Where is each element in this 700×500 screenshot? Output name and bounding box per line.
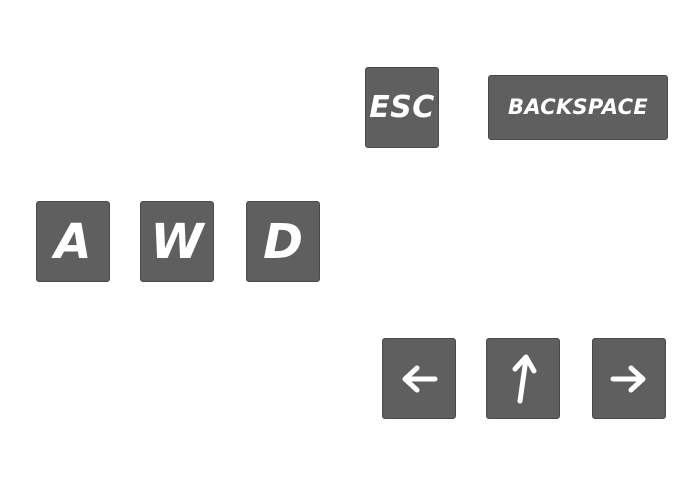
- d-key[interactable]: D: [246, 201, 320, 282]
- left-arrow-icon: [402, 365, 438, 392]
- esc-key-label: ESC: [369, 89, 435, 125]
- d-key-label: D: [263, 213, 303, 270]
- a-key-label: A: [54, 213, 92, 270]
- w-key-label: W: [150, 213, 204, 270]
- up-arrow-icon: [512, 354, 537, 403]
- a-key[interactable]: A: [36, 201, 110, 282]
- w-key[interactable]: W: [140, 201, 214, 282]
- backspace-key-label: BACKSPACE: [508, 95, 648, 119]
- backspace-key[interactable]: BACKSPACE: [488, 75, 668, 140]
- right-arrow-key[interactable]: [592, 338, 666, 419]
- esc-key[interactable]: ESC: [365, 67, 439, 148]
- left-arrow-key[interactable]: [382, 338, 456, 419]
- up-arrow-key[interactable]: [486, 338, 560, 419]
- keyboard-controls-layout: ESC BACKSPACE A W D: [0, 0, 700, 500]
- right-arrow-icon: [610, 365, 646, 392]
